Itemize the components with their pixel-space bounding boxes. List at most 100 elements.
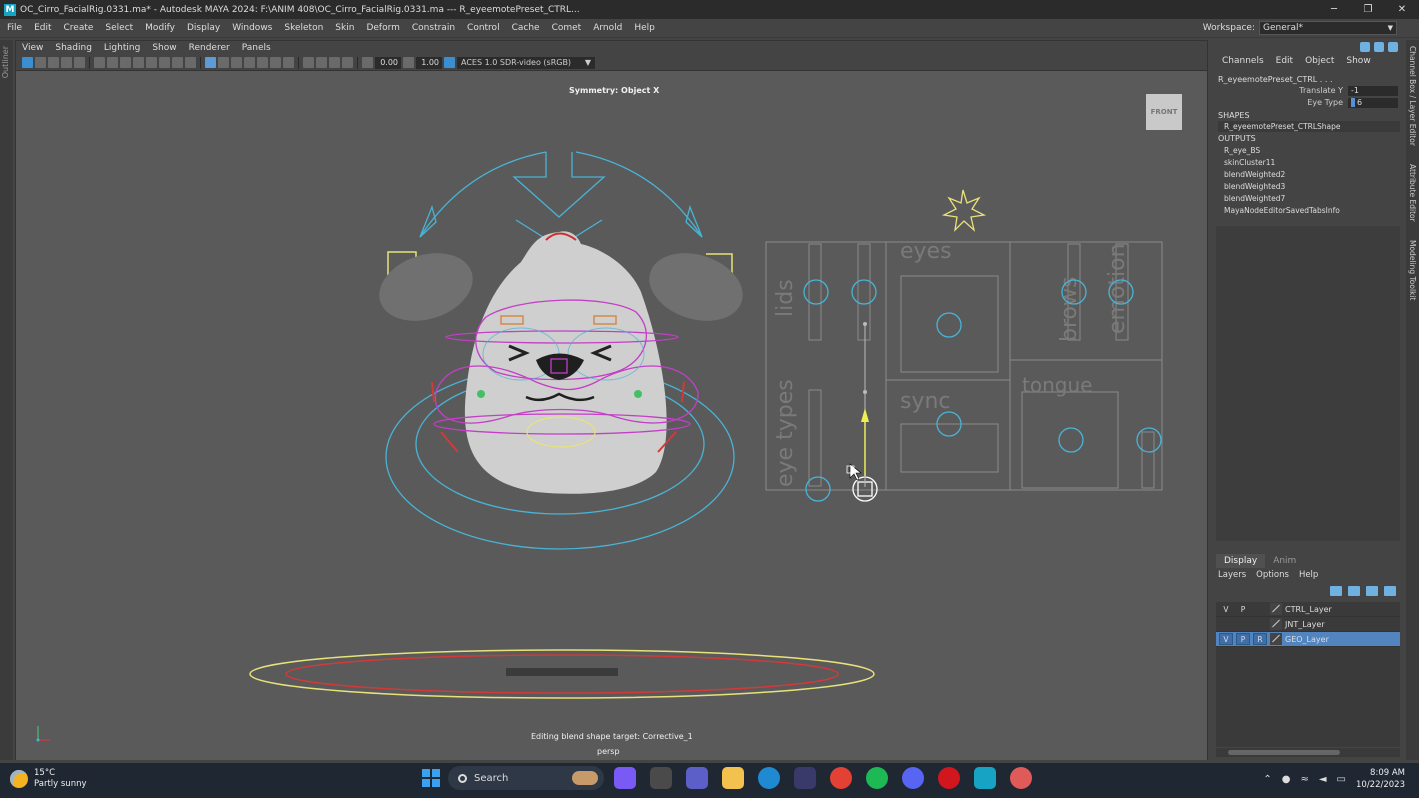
teams-icon[interactable]	[686, 767, 708, 789]
neck-ctrl-left[interactable]	[440, 431, 459, 453]
app-notification-icon[interactable]	[1010, 767, 1032, 789]
layer-display-type-toggle[interactable]: R	[1253, 633, 1267, 645]
file-explorer-icon[interactable]	[722, 767, 744, 789]
output-node[interactable]: R_eye_BS	[1224, 145, 1340, 157]
cb-menu-show[interactable]: Show	[1340, 56, 1376, 66]
field-chart-icon[interactable]	[159, 57, 170, 68]
attr-value-field[interactable]: 6	[1348, 97, 1398, 108]
gamma-icon[interactable]	[403, 57, 414, 68]
ambient-occlusion-icon[interactable]	[283, 57, 294, 68]
new-layer-from-selected-icon[interactable]	[1384, 586, 1396, 596]
menu-edit[interactable]: Edit	[28, 23, 57, 33]
workspace-dropdown[interactable]: General* ▼	[1259, 21, 1397, 35]
lid-ctrl-left[interactable]	[803, 279, 829, 305]
maya-taskbar-icon[interactable]	[974, 767, 996, 789]
layer-menu-options[interactable]: Options	[1256, 570, 1289, 580]
menu-file[interactable]: File	[0, 23, 28, 33]
attr-eye-type[interactable]: Eye Type 6	[1218, 97, 1400, 108]
tab-display[interactable]: Display	[1216, 554, 1266, 568]
menu-help[interactable]: Help	[628, 23, 661, 33]
layer-visibility-toggle[interactable]: V	[1219, 633, 1233, 645]
menu-cache[interactable]: Cache	[506, 23, 546, 33]
grease-pencil-icon[interactable]	[94, 57, 105, 68]
select-camera-icon[interactable]	[22, 57, 33, 68]
menu-control[interactable]: Control	[461, 23, 506, 33]
clock[interactable]: 8:09 AM 10/22/2023	[1356, 767, 1405, 791]
lid-ctrl-right[interactable]	[851, 279, 877, 305]
side-ctrl-left[interactable]	[431, 381, 435, 403]
tab-anim[interactable]: Anim	[1265, 554, 1304, 568]
xray-joints-icon[interactable]	[329, 57, 340, 68]
grid-icon[interactable]	[107, 57, 118, 68]
cb-menu-edit[interactable]: Edit	[1270, 56, 1299, 66]
shape-node[interactable]: R_eyeemotePreset_CTRLShape	[1218, 121, 1400, 132]
layer-playback-toggle[interactable]	[1236, 618, 1250, 630]
menu-comet[interactable]: Comet	[546, 23, 588, 33]
menu-select[interactable]: Select	[99, 23, 139, 33]
smooth-shade-icon[interactable]	[218, 57, 229, 68]
output-node[interactable]: skinCluster11	[1224, 157, 1340, 169]
cheek-pivot-right[interactable]	[634, 390, 642, 398]
layer-visibility-toggle[interactable]: V	[1219, 603, 1233, 615]
chevron-up-icon[interactable]: ⌃	[1263, 774, 1271, 785]
xray-icon[interactable]	[316, 57, 327, 68]
layer-display-type-toggle[interactable]	[1253, 603, 1267, 615]
menu-deform[interactable]: Deform	[360, 23, 405, 33]
vp-menu-shading[interactable]: Shading	[49, 43, 98, 53]
move-arrow-icon[interactable]	[861, 408, 869, 422]
backface-icon[interactable]	[342, 57, 353, 68]
gate-mask-icon[interactable]	[146, 57, 157, 68]
safe-action-icon[interactable]	[172, 57, 183, 68]
taskbar-search[interactable]: Search	[448, 766, 604, 790]
menu-skin[interactable]: Skin	[329, 23, 360, 33]
layer-row-ctrl[interactable]: V P CTRL_Layer	[1216, 602, 1400, 617]
eyetype-ctrl[interactable]	[805, 476, 831, 502]
side-ctrl-right[interactable]	[681, 381, 685, 403]
scrollbar-thumb[interactable]	[1228, 750, 1340, 755]
wifi-icon[interactable]: ≈	[1300, 774, 1308, 785]
copilot-icon[interactable]	[614, 767, 636, 789]
menu-arnold[interactable]: Arnold	[587, 23, 628, 33]
maximize-button[interactable]: ❐	[1351, 0, 1385, 19]
eyes-ctrl[interactable]	[936, 312, 962, 338]
view-cube[interactable]: FRONT	[1146, 94, 1182, 130]
layer-playback-toggle[interactable]: P	[1236, 603, 1250, 615]
layer-horizontal-scrollbar[interactable]	[1216, 748, 1400, 757]
vp-menu-renderer[interactable]: Renderer	[183, 43, 236, 53]
layer-row-jnt[interactable]: JNT_Layer	[1216, 617, 1400, 632]
output-node[interactable]: blendWeighted7	[1224, 193, 1340, 205]
camera-attributes-icon[interactable]	[35, 57, 46, 68]
cb-menu-channels[interactable]: Channels	[1216, 56, 1270, 66]
minimize-button[interactable]: ─	[1317, 0, 1351, 19]
layer-playback-toggle[interactable]: P	[1236, 633, 1250, 645]
layer-row-geo[interactable]: V P R GEO_Layer	[1216, 632, 1400, 647]
layer-color-swatch[interactable]	[1270, 618, 1282, 630]
layer-visibility-toggle[interactable]	[1219, 618, 1233, 630]
channel-box-icon[interactable]	[1360, 42, 1370, 52]
wireframe-on-shaded-icon[interactable]	[231, 57, 242, 68]
textured-icon[interactable]	[244, 57, 255, 68]
store-icon[interactable]	[794, 767, 816, 789]
battery-icon[interactable]: ▭	[1337, 774, 1346, 785]
edge-icon[interactable]	[758, 767, 780, 789]
menu-windows[interactable]: Windows	[226, 23, 278, 33]
3d-viewport[interactable]: eyes lids brows emotion eye types sync t…	[16, 72, 1207, 760]
tool-settings-icon[interactable]	[1388, 42, 1398, 52]
close-button[interactable]: ✕	[1385, 0, 1419, 19]
layer-display-type-toggle[interactable]	[1253, 618, 1267, 630]
menu-display[interactable]: Display	[181, 23, 226, 33]
microphone-icon[interactable]: ●	[1282, 774, 1291, 785]
light-sun-icon[interactable]	[941, 189, 987, 232]
attr-translate-y[interactable]: Translate Y -1	[1218, 85, 1400, 96]
layer-menu-help[interactable]: Help	[1299, 570, 1318, 580]
menu-create[interactable]: Create	[58, 23, 100, 33]
resolution-gate-icon[interactable]	[133, 57, 144, 68]
vp-menu-view[interactable]: View	[16, 43, 49, 53]
layer-menu-layers[interactable]: Layers	[1218, 570, 1246, 580]
attribute-editor-icon[interactable]	[1374, 42, 1384, 52]
film-gate-icon[interactable]	[120, 57, 131, 68]
task-view-icon[interactable]	[650, 767, 672, 789]
tab-attribute-editor[interactable]: Attribute Editor	[1408, 164, 1417, 222]
arrow-down-icon[interactable]	[512, 152, 606, 218]
tab-channel-box-layer-editor[interactable]: Channel Box / Layer Editor	[1408, 46, 1417, 146]
